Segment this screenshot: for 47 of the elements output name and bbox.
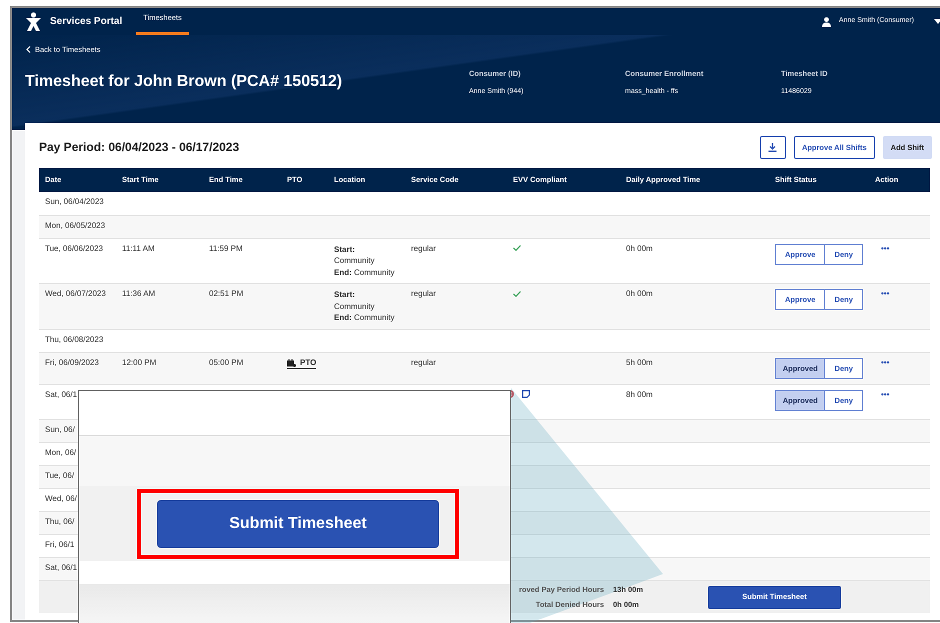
more-actions-button[interactable]: ••• bbox=[881, 244, 890, 252]
start-time: 11:11 AM bbox=[122, 244, 155, 252]
date-text: Wed, 06/ bbox=[45, 494, 77, 504]
more-actions-button[interactable]: ••• bbox=[881, 289, 890, 298]
submit-timesheet-button[interactable]: Submit Timesheet bbox=[157, 500, 439, 548]
service-code: regular bbox=[411, 289, 436, 298]
date-text: Thu, 06/08/2023 bbox=[45, 335, 104, 344]
daily-time: 0h 00m bbox=[626, 244, 653, 252]
date-text: Mon, 06/ bbox=[45, 448, 76, 458]
date-text: Tue, 06/06/2023 bbox=[45, 244, 103, 252]
daily-time: 5h 00m bbox=[626, 358, 653, 368]
calendar-icon bbox=[287, 358, 296, 367]
pay-period-title: Pay Period: 06/04/2023 - 06/17/2023 bbox=[39, 140, 240, 155]
daily-time: 8h 00m bbox=[626, 390, 653, 400]
end-time: 11:59 PM bbox=[209, 244, 243, 252]
daily-time: 0h 00m bbox=[626, 289, 653, 298]
download-icon bbox=[768, 143, 778, 152]
date-text: Tue, 06/ bbox=[45, 471, 74, 480]
location-text: End: Community bbox=[334, 266, 396, 278]
start-time: 11:36 AM bbox=[122, 289, 156, 298]
date-text: Sat, 06/1 bbox=[45, 390, 78, 400]
date-text: Fri, 06/09/2023 bbox=[45, 358, 99, 368]
location-text: Start: Community bbox=[334, 289, 376, 312]
more-actions-button[interactable]: ••• bbox=[881, 390, 890, 400]
download-button[interactable] bbox=[760, 136, 786, 159]
page-title: Timesheet for John Brown (PCA# 150512) bbox=[25, 72, 344, 92]
caret-icon[interactable] bbox=[934, 19, 940, 24]
start-time: 12:00 PM bbox=[122, 358, 156, 368]
location-text: Start: Community bbox=[334, 244, 376, 267]
note-icon[interactable] bbox=[522, 390, 530, 398]
chevron-left-icon[interactable] bbox=[26, 46, 31, 54]
date-text: Sun, 06/ bbox=[45, 425, 75, 434]
date-text: Sat, 06/1 bbox=[45, 563, 78, 572]
date-text: Mon, 06/05/2023 bbox=[45, 220, 106, 230]
service-code: regular bbox=[411, 358, 436, 368]
date-text: Fri, 06/1 bbox=[45, 540, 74, 550]
date-text: Thu, 06/ bbox=[45, 517, 74, 526]
end-time: 05:00 PM bbox=[209, 358, 244, 368]
service-code: regular bbox=[411, 244, 436, 252]
more-actions-button[interactable]: ••• bbox=[881, 358, 890, 368]
end-time: 02:51 PM bbox=[209, 289, 244, 298]
person-logo-icon bbox=[25, 12, 42, 32]
date-text: Wed, 06/07/2023 bbox=[45, 289, 106, 298]
user-icon bbox=[822, 16, 831, 26]
location-text: End: Community bbox=[334, 312, 396, 324]
brand-name: Services Portal bbox=[50, 15, 122, 29]
date-text: Sun, 06/04/2023 bbox=[45, 197, 104, 206]
